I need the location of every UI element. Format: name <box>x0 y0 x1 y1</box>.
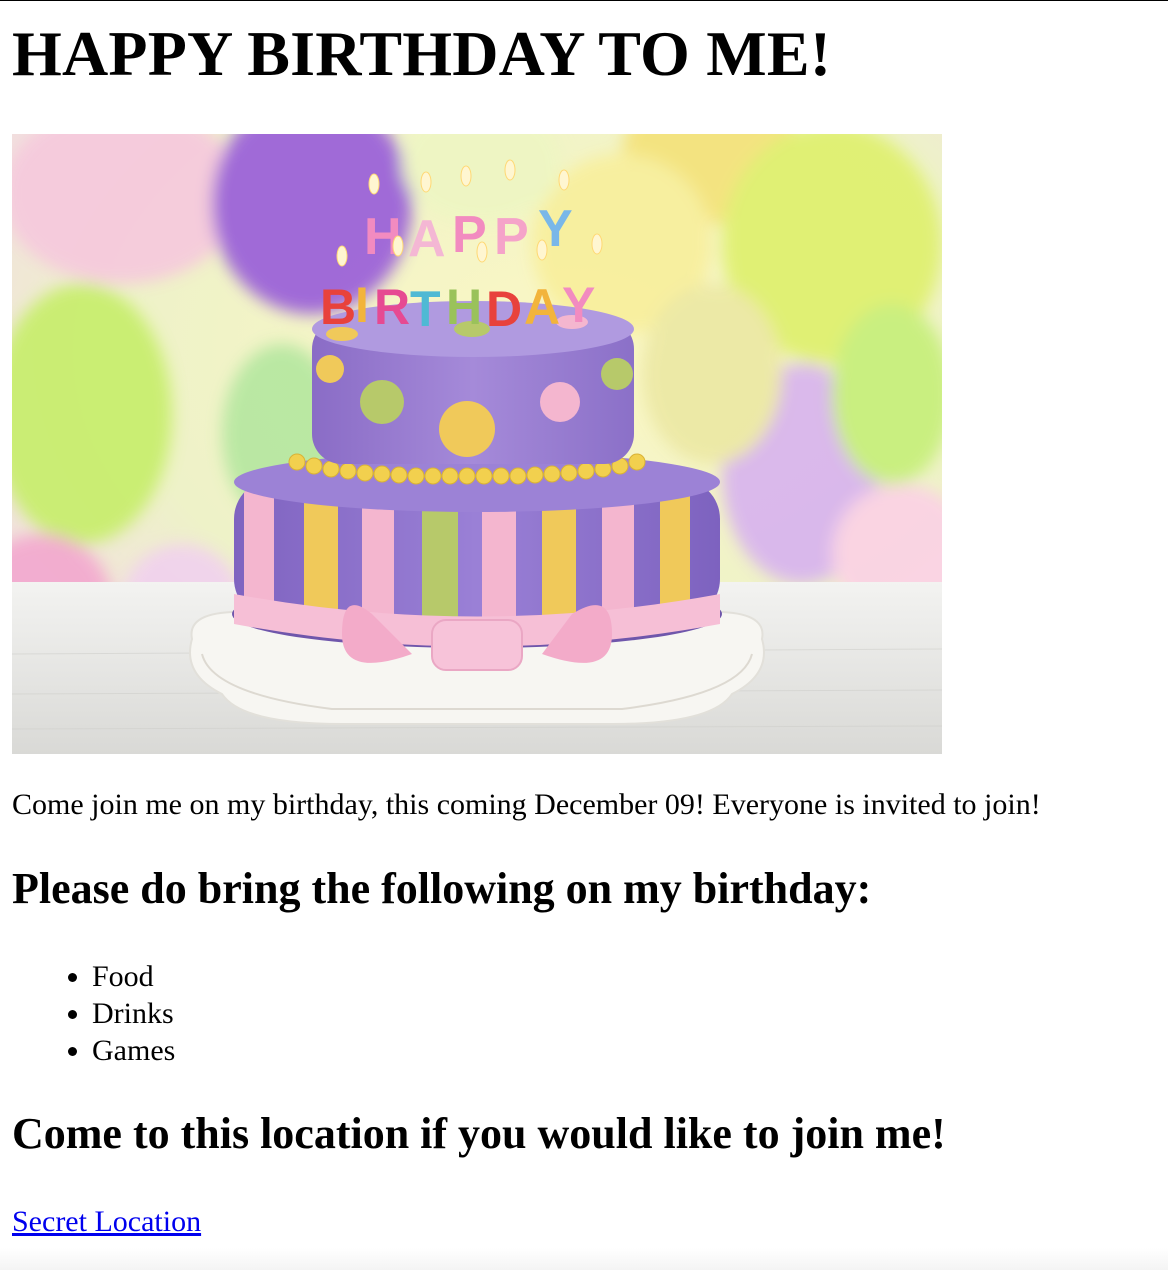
svg-text:Y: Y <box>562 277 595 333</box>
bring-list: Food Drinks Games <box>12 958 175 1069</box>
svg-text:T: T <box>410 281 441 337</box>
svg-text:A: A <box>524 279 560 335</box>
top-border <box>0 0 1168 1</box>
svg-text:A: A <box>408 210 446 268</box>
bring-heading: Please do bring the following on my birt… <box>12 864 872 913</box>
svg-text:I: I <box>355 277 369 333</box>
list-item: Drinks <box>92 995 175 1032</box>
page-title: HAPPY BIRTHDAY TO ME! <box>12 18 832 89</box>
location-heading: Come to this location if you would like … <box>12 1109 946 1158</box>
svg-text:D: D <box>486 281 522 337</box>
svg-text:B: B <box>320 279 356 335</box>
invitation-text: Come join me on my birthday, this coming… <box>12 788 1041 821</box>
page-bottom-edge <box>0 1248 1168 1270</box>
svg-text:R: R <box>374 279 410 335</box>
secret-location-link[interactable]: Secret Location <box>12 1203 201 1241</box>
list-item: Games <box>92 1032 175 1069</box>
svg-text:P: P <box>494 208 529 266</box>
list-item: Food <box>92 958 175 995</box>
svg-text:H: H <box>446 279 482 335</box>
birthday-cake-image: H A P P Y B I R T H D A Y <box>12 134 942 754</box>
